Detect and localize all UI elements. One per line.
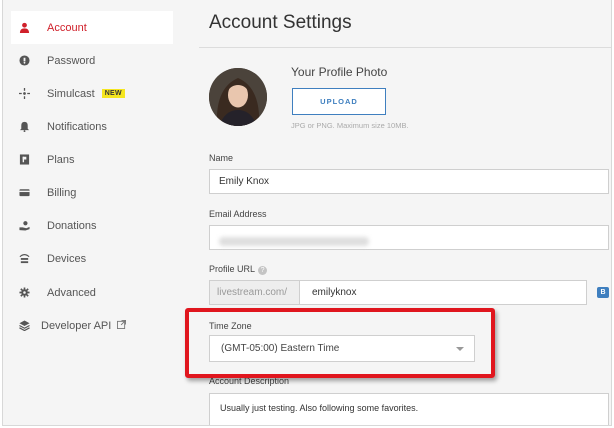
blurred-email-value: [219, 237, 369, 246]
account-description-label: Account Description: [209, 376, 290, 386]
sidebar-item-label: Notifications: [47, 120, 107, 133]
time-zone-select[interactable]: (GMT-05:00) Eastern Time: [209, 335, 475, 362]
layers-icon: [17, 319, 31, 333]
account-description-value: Usually just testing. Also following som…: [220, 403, 419, 413]
plans-icon: [17, 153, 31, 167]
account-description-field[interactable]: Usually just testing. Also following som…: [209, 393, 609, 425]
url-prefix: livestream.com/: [209, 280, 299, 305]
time-zone-value: (GMT-05:00) Eastern Time: [221, 343, 340, 354]
app-window: Account Password Simulcast NEW Notificat…: [2, 0, 612, 426]
donation-icon: [17, 219, 31, 233]
sidebar-item-advanced[interactable]: Advanced: [11, 276, 173, 309]
sidebar-item-label: Devices: [47, 252, 87, 265]
sidebar-item-label: Donations: [47, 219, 97, 232]
avatar: [209, 68, 267, 126]
card-icon: [17, 186, 31, 200]
user-icon: [17, 21, 31, 35]
sidebar-item-label: Password: [47, 54, 96, 67]
devices-icon: [17, 252, 31, 266]
name-label: Name: [209, 153, 234, 163]
sidebar-item-plans[interactable]: Plans: [11, 143, 173, 176]
sidebar-item-devices[interactable]: Devices: [11, 242, 173, 275]
sidebar-item-donations[interactable]: Donations: [11, 209, 173, 242]
profile-url-value: emilyknox: [312, 287, 357, 298]
upload-button[interactable]: UPLOAD: [292, 88, 386, 115]
profile-photo-title: Your Profile Photo: [291, 65, 388, 79]
external-link-icon: [117, 319, 127, 332]
sidebar-item-label: Account: [47, 21, 87, 34]
sidebar-item-notifications[interactable]: Notifications: [11, 110, 173, 143]
sidebar-item-account[interactable]: Account: [11, 11, 173, 44]
profile-url-label-text: Profile URL: [209, 264, 256, 274]
sidebar-item-label: Developer API: [41, 319, 112, 332]
sidebar-item-billing[interactable]: Billing: [11, 176, 173, 209]
page-title: Account Settings: [209, 12, 352, 33]
sidebar-item-label: Plans: [47, 153, 75, 166]
new-badge: NEW: [101, 89, 125, 98]
time-zone-label: Time Zone: [209, 321, 252, 331]
bell-icon: [17, 120, 31, 134]
help-icon[interactable]: ?: [258, 266, 268, 275]
broadcast-icon: [17, 87, 31, 101]
b-badge[interactable]: B: [597, 287, 609, 298]
sidebar-item-simulcast[interactable]: Simulcast NEW: [11, 77, 173, 110]
email-label: Email Address: [209, 209, 267, 219]
profile-url-field[interactable]: emilyknox: [299, 280, 587, 305]
sidebar-item-label: Billing: [47, 186, 77, 199]
sidebar-item-password[interactable]: Password: [11, 44, 173, 77]
name-field[interactable]: Emily Knox: [209, 169, 609, 194]
settings-sidebar: Account Password Simulcast NEW Notificat…: [3, 0, 183, 425]
sidebar-item-developer-api[interactable]: Developer API: [11, 309, 173, 342]
account-settings-panel: Account Settings Your Profile Photo UPLO…: [199, 0, 611, 425]
photo-hint: JPG or PNG. Maximum size 10MB.: [291, 121, 409, 130]
lock-icon: [17, 54, 31, 68]
chevron-down-icon: [456, 347, 464, 351]
sidebar-item-label: Simulcast: [47, 87, 95, 100]
name-value: Emily Knox: [219, 176, 270, 187]
sidebar-item-label: Advanced: [47, 286, 96, 299]
gear-icon: [17, 286, 31, 300]
divider: [199, 47, 611, 48]
profile-url-label: Profile URL?: [209, 264, 268, 275]
